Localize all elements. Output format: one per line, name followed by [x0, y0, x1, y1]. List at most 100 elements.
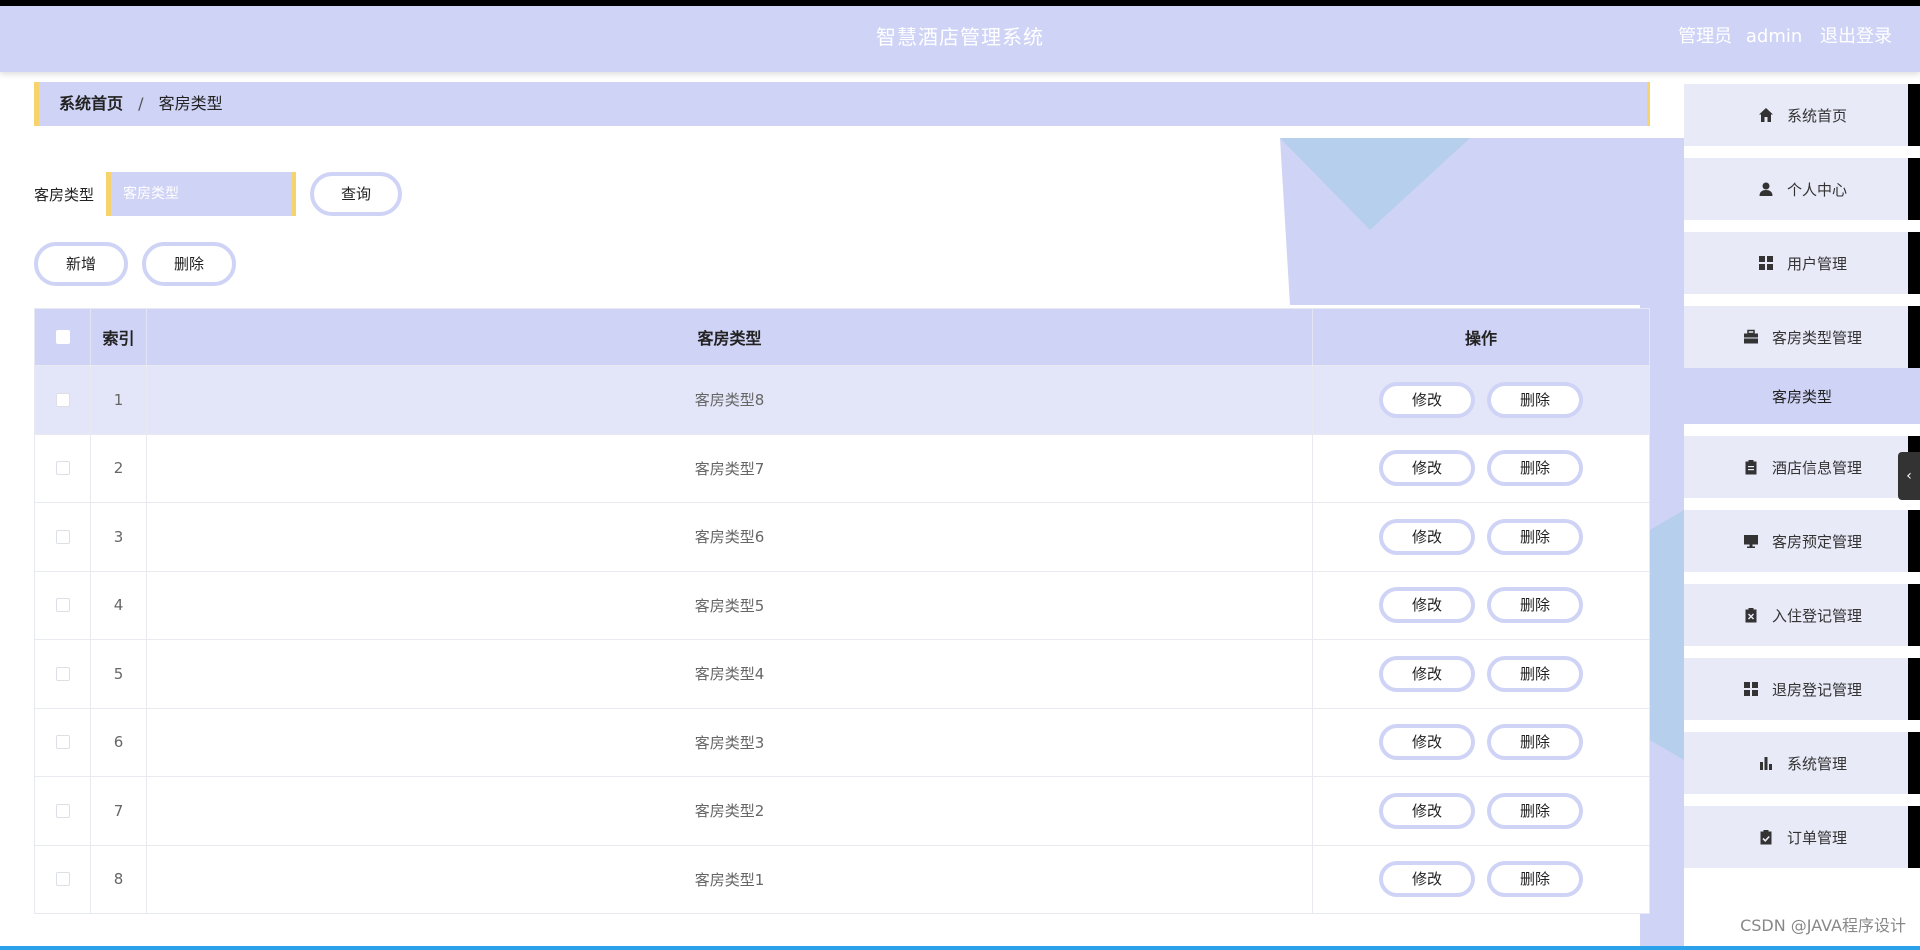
sidebar-item-label: 系统管理: [1786, 754, 1847, 773]
grid-icon: [1757, 254, 1775, 272]
row-index: 1: [91, 366, 147, 434]
row-actions: 修改 删除: [1313, 777, 1649, 845]
column-header-type: 客房类型: [147, 309, 1313, 365]
query-button[interactable]: 查询: [310, 172, 403, 216]
clipboard-x-icon: [1742, 606, 1760, 624]
edit-button[interactable]: 修改: [1379, 518, 1475, 555]
row-checkbox-cell: [35, 845, 91, 913]
user-icon: [1757, 180, 1775, 198]
delete-button[interactable]: 删除: [1487, 655, 1583, 692]
sidebar-item-profile[interactable]: 个人中心: [1684, 158, 1920, 220]
sidebar-subitem-room-type[interactable]: 客房类型: [1684, 368, 1920, 424]
watermark: CSDN @JAVA程序设计: [1740, 916, 1906, 935]
room-type-table: 索引 客房类型 操作 1 客房类型8 修改 删除 2 客房类型7 修改 删除 3: [34, 308, 1650, 914]
bar-chart-icon: [1757, 754, 1775, 772]
room-type-search-input[interactable]: [106, 172, 297, 216]
sidebar-item-check-in[interactable]: 入住登记管理: [1684, 584, 1920, 646]
row-checkbox[interactable]: [55, 735, 70, 750]
table-row: 3 客房类型6 修改 删除: [35, 502, 1649, 571]
row-room-type: 客房类型6: [147, 503, 1313, 571]
breadcrumb-separator: /: [138, 94, 144, 113]
header-checkbox-cell: [35, 309, 91, 365]
table-row: 4 客房类型5 修改 删除: [35, 570, 1649, 640]
row-checkbox[interactable]: [55, 872, 70, 887]
delete-button[interactable]: 删除: [1487, 587, 1583, 624]
row-actions: 修改 删除: [1313, 846, 1649, 914]
edit-button[interactable]: 修改: [1379, 655, 1475, 692]
row-room-type: 客房类型8: [147, 366, 1313, 434]
row-checkbox[interactable]: [55, 392, 70, 407]
row-checkbox-cell: [35, 503, 91, 571]
edit-button[interactable]: 修改: [1379, 381, 1475, 418]
select-all-checkbox[interactable]: [55, 330, 70, 344]
edit-button[interactable]: 修改: [1379, 792, 1475, 829]
sidebar-item-label: 用户管理: [1786, 254, 1847, 273]
sidebar-collapse-toggle[interactable]: ‹: [1898, 452, 1920, 500]
taskbar-edge: [0, 946, 1920, 950]
add-button[interactable]: 新增: [34, 242, 128, 286]
delete-button[interactable]: 删除: [1487, 518, 1583, 555]
user-name: admin: [1745, 26, 1803, 47]
table-row: 8 客房类型1 修改 删除: [35, 844, 1649, 914]
delete-button[interactable]: 删除: [1487, 792, 1583, 829]
column-header-index: 索引: [91, 309, 147, 365]
row-checkbox[interactable]: [55, 803, 70, 818]
row-index: 3: [91, 503, 147, 571]
delete-button[interactable]: 删除: [1487, 450, 1583, 487]
row-actions: 修改 删除: [1313, 709, 1649, 777]
row-checkbox-cell: [35, 571, 91, 639]
row-checkbox[interactable]: [55, 529, 70, 544]
row-actions: 修改 删除: [1313, 503, 1649, 571]
sidebar-item-check-out[interactable]: 退房登记管理: [1684, 658, 1920, 720]
edit-button[interactable]: 修改: [1379, 587, 1475, 624]
breadcrumb-home[interactable]: 系统首页: [59, 94, 123, 113]
sidebar-item-label: 客房预定管理: [1771, 532, 1862, 551]
app-header: 智慧酒店管理系统 管理员 admin 退出登录: [0, 6, 1920, 72]
row-index: 2: [91, 434, 147, 502]
edit-button[interactable]: 修改: [1379, 724, 1475, 761]
row-actions: 修改 删除: [1313, 572, 1649, 640]
sidebar-item-orders[interactable]: 订单管理: [1684, 806, 1920, 868]
row-checkbox[interactable]: [55, 461, 70, 476]
edit-button[interactable]: 修改: [1379, 861, 1475, 898]
row-checkbox-cell: [35, 640, 91, 708]
row-room-type: 客房类型3: [147, 708, 1313, 776]
row-room-type: 客房类型4: [147, 640, 1313, 708]
sidebar-item-system[interactable]: 系统管理: [1684, 732, 1920, 794]
sidebar-item-home[interactable]: 系统首页: [1684, 84, 1920, 146]
table-row: 1 客房类型8 修改 删除: [35, 365, 1649, 434]
delete-button[interactable]: 删除: [1487, 861, 1583, 898]
row-index: 5: [91, 640, 147, 708]
sidebar-item-room-type-management[interactable]: 客房类型管理: [1684, 306, 1920, 368]
sidebar-item-label: 订单管理: [1786, 828, 1847, 847]
user-role: 管理员: [1678, 26, 1733, 47]
sidebar-item-reservation[interactable]: 客房预定管理: [1684, 510, 1920, 572]
breadcrumb: 系统首页 / 客房类型: [34, 82, 1650, 126]
logout-button[interactable]: 退出登录: [1820, 26, 1892, 47]
delete-button[interactable]: 删除: [1487, 724, 1583, 761]
row-checkbox[interactable]: [55, 666, 70, 681]
row-actions: 修改 删除: [1313, 435, 1649, 503]
row-checkbox[interactable]: [55, 598, 70, 613]
user-info: 管理员 admin 退出登录: [1670, 6, 1892, 68]
row-index: 7: [91, 777, 147, 845]
batch-delete-button[interactable]: 删除: [142, 242, 236, 286]
row-checkbox-cell: [35, 434, 91, 502]
home-icon: [1757, 106, 1775, 124]
row-index: 6: [91, 708, 147, 776]
table-header: 索引 客房类型 操作: [35, 309, 1649, 365]
table-row: 2 客房类型7 修改 删除: [35, 433, 1649, 503]
row-room-type: 客房类型7: [147, 434, 1313, 502]
sidebar-item-users[interactable]: 用户管理: [1684, 232, 1920, 294]
table-row: 6 客房类型3 修改 删除: [35, 707, 1649, 777]
delete-button[interactable]: 删除: [1487, 381, 1583, 418]
row-checkbox-cell: [35, 366, 91, 434]
row-checkbox-cell: [35, 708, 91, 776]
row-room-type: 客房类型1: [147, 845, 1313, 913]
edit-button[interactable]: 修改: [1379, 450, 1475, 487]
sidebar-item-hotel-info[interactable]: 酒店信息管理: [1684, 436, 1920, 498]
row-index: 4: [91, 571, 147, 639]
row-actions: 修改 删除: [1313, 366, 1649, 434]
row-room-type: 客房类型2: [147, 777, 1313, 845]
row-room-type: 客房类型5: [147, 571, 1313, 639]
